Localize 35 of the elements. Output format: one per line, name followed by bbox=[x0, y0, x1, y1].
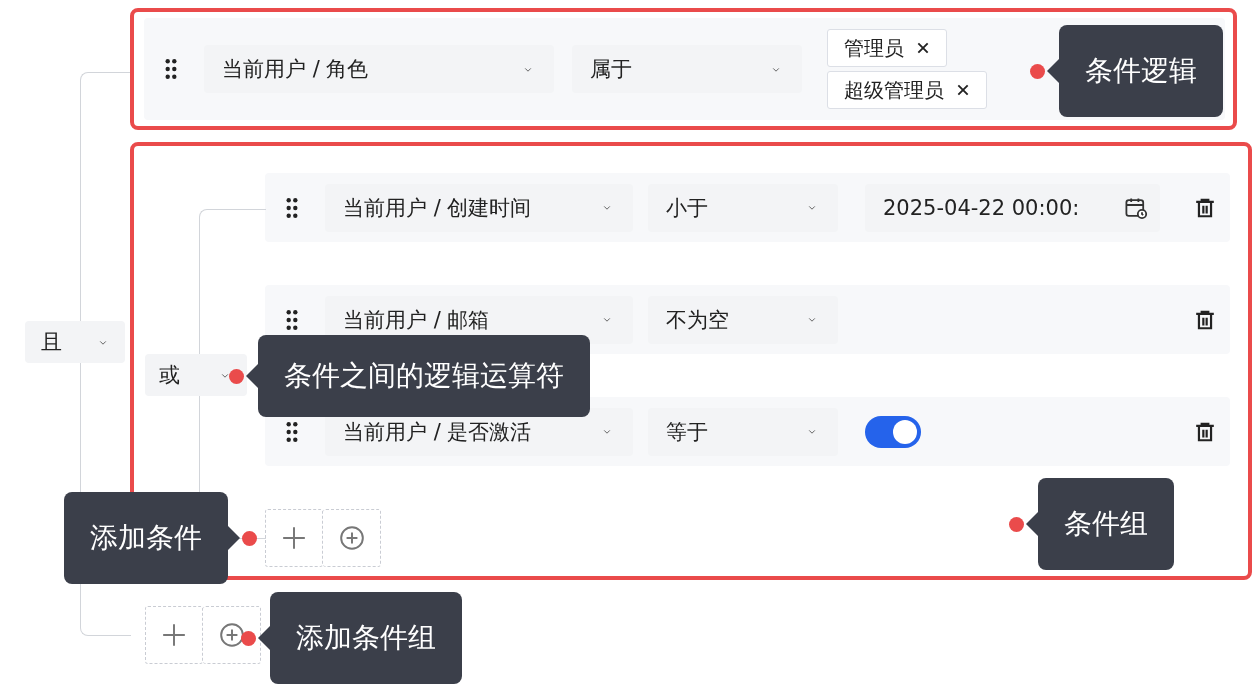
add-button[interactable] bbox=[203, 606, 261, 664]
delete-icon[interactable] bbox=[1194, 308, 1216, 331]
delete-icon[interactable] bbox=[1194, 196, 1216, 219]
field-select[interactable]: 当前用户 / 创建时间 bbox=[325, 183, 633, 232]
drag-handle-icon[interactable] bbox=[164, 58, 178, 80]
plus-circle-icon bbox=[218, 622, 245, 648]
operator-select[interactable]: 属于 bbox=[572, 45, 802, 93]
annotation-tooltip: 条件之间的逻辑运算符 bbox=[246, 335, 590, 417]
toggle-switch[interactable] bbox=[865, 415, 921, 448]
drag-handle-icon[interactable] bbox=[285, 196, 299, 219]
logic-select[interactable]: 或 bbox=[145, 354, 247, 396]
add-button[interactable] bbox=[145, 606, 203, 664]
close-icon[interactable] bbox=[956, 83, 970, 97]
operator-select[interactable]: 不为空 bbox=[648, 295, 838, 344]
tag-label: 超级管理员 bbox=[844, 76, 944, 104]
field-select[interactable]: 当前用户 / 角色 bbox=[204, 45, 554, 93]
tag-label: 管理员 bbox=[844, 34, 904, 62]
operator-select[interactable]: 小于 bbox=[648, 183, 838, 232]
delete-icon[interactable] bbox=[1194, 420, 1216, 443]
operator-select[interactable]: 等于 bbox=[648, 407, 838, 456]
calendar-clock-icon bbox=[1124, 195, 1148, 220]
annotation-tooltip: 添加条件 bbox=[64, 492, 240, 584]
logic-select[interactable]: 且 bbox=[25, 321, 125, 363]
drag-handle-icon[interactable] bbox=[285, 308, 299, 331]
annotation-tooltip: 添加条件组 bbox=[258, 592, 462, 684]
drag-handle-icon[interactable] bbox=[285, 420, 299, 443]
add-button[interactable] bbox=[323, 509, 381, 567]
plus-icon bbox=[161, 622, 187, 648]
annotation-tooltip: 条件逻辑 bbox=[1047, 25, 1223, 117]
date-field[interactable]: 2025-04-22 00:00: bbox=[865, 183, 1160, 232]
plus-circle-icon bbox=[338, 525, 365, 551]
add-button[interactable] bbox=[265, 509, 323, 567]
plus-icon bbox=[281, 525, 307, 551]
annotation-tooltip: 条件组 bbox=[1026, 478, 1174, 570]
close-icon[interactable] bbox=[916, 41, 930, 55]
